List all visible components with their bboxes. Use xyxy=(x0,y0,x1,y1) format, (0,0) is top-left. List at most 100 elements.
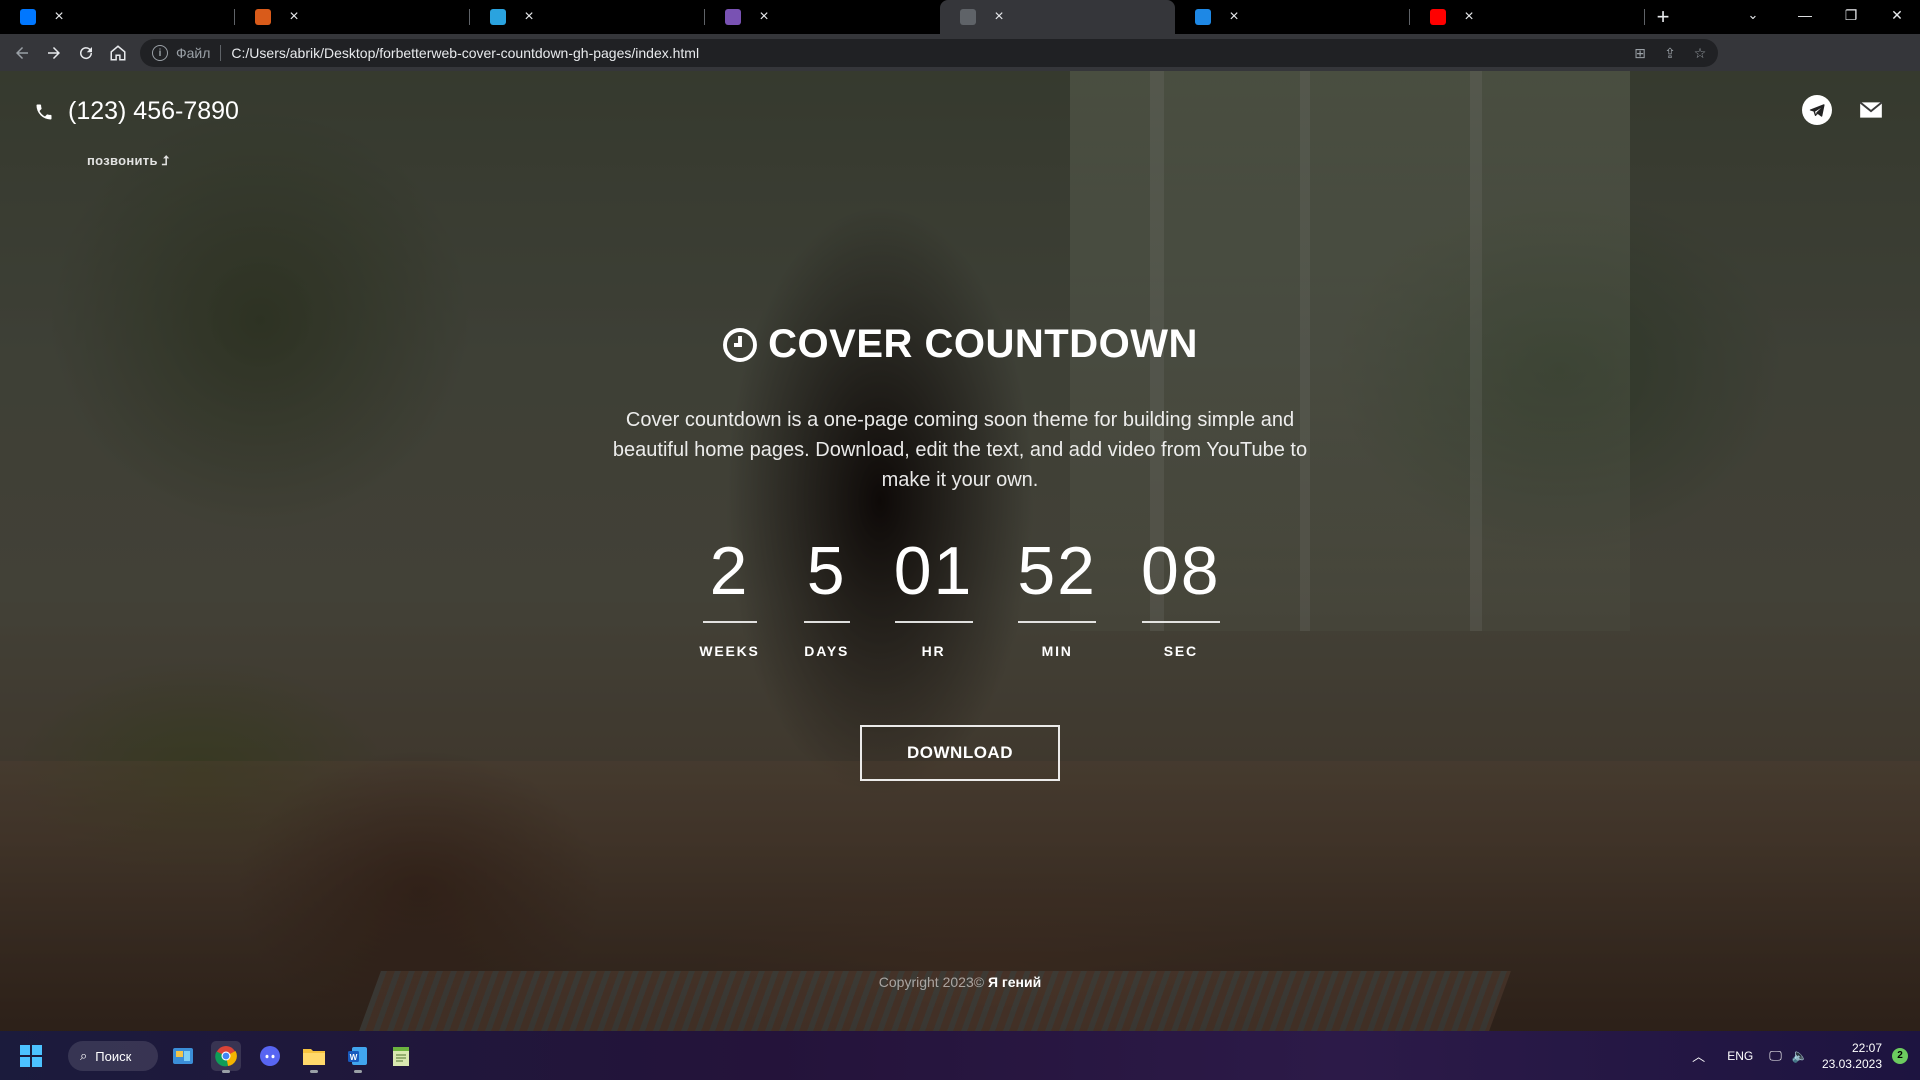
system-tray: ︿ ENG 🖵 🔈 22:07 23.03.2023 2 xyxy=(1692,1031,1920,1080)
globe-icon xyxy=(960,9,976,25)
language-indicator[interactable]: ENG xyxy=(1727,1049,1753,1063)
countdown-value: 08 xyxy=(1140,533,1221,609)
bootstrap-icon xyxy=(725,9,741,25)
windows-taskbar: ⌕ Поиск W ︿ ENG 🖵 🔈 22:07 23.03.2023 2 xyxy=(0,1031,1920,1080)
countdown-value: 5 xyxy=(806,533,847,609)
address-divider xyxy=(220,45,222,61)
countdown-label: WEEKS xyxy=(699,643,760,659)
countdown-label: MIN xyxy=(1041,643,1073,659)
browser-tab[interactable]: Cover Countdown Template for× xyxy=(940,0,1175,295)
tab-separator xyxy=(1644,9,1645,25)
countdown-label: DAYS xyxy=(804,643,850,659)
browser-toolbar: i Файл C:/Users/abrik/Desktop/forbetterw… xyxy=(0,34,1920,97)
countdown-unit-hr: 01 HR xyxy=(894,531,974,659)
tab-list: Александр Александров×sut.RU - bonch / 2… xyxy=(0,0,1645,295)
back-arrow-icon[interactable] xyxy=(6,37,38,69)
tab-close-icon[interactable]: × xyxy=(521,8,537,25)
tray-icons[interactable]: 🖵 🔈 xyxy=(1769,1048,1808,1064)
svg-text:W: W xyxy=(350,1053,358,1062)
volume-icon: 🔈 xyxy=(1791,1047,1808,1063)
notepad-icon[interactable] xyxy=(386,1041,416,1071)
active-indicator xyxy=(354,1070,362,1073)
new-tab-button[interactable]: + xyxy=(1645,0,1681,34)
document-icon xyxy=(255,9,271,25)
active-indicator xyxy=(222,1070,230,1073)
copyright-prefix: Copyright 2023© xyxy=(878,974,985,990)
taskbar-search-label: Поиск xyxy=(95,1048,132,1064)
copyright: Copyright 2023© Я гений xyxy=(0,974,1920,990)
clock[interactable]: 22:07 23.03.2023 xyxy=(1822,1040,1882,1072)
address-bar[interactable]: i Файл C:/Users/abrik/Desktop/forbetterw… xyxy=(140,39,1718,67)
clock-time: 22:07 xyxy=(1851,1040,1882,1055)
restore-icon[interactable]: ❐ xyxy=(1828,0,1874,30)
address-bar-actions: ⊞ ⇪ ☆ xyxy=(1632,39,1708,67)
browser-tab[interactable]: Александр Александров× xyxy=(0,0,235,295)
translate-icon[interactable]: ⊞ xyxy=(1632,45,1648,61)
scheme-label: Файл xyxy=(176,45,211,61)
tab-close-icon[interactable]: × xyxy=(51,8,67,25)
countdown-divider xyxy=(1018,621,1097,623)
active-indicator xyxy=(310,1070,318,1073)
countdown-unit-sec: 08 SEC xyxy=(1141,531,1221,659)
page-title-text: COVER COUNTDOWN xyxy=(768,322,1198,366)
tab-close-icon[interactable]: × xyxy=(286,8,302,25)
share-icon[interactable]: ⇪ xyxy=(1662,45,1678,61)
tab-close-icon[interactable]: × xyxy=(756,8,772,25)
reload-icon[interactable] xyxy=(70,37,102,69)
countdown-value: 52 xyxy=(1017,533,1097,609)
browser-tab[interactable]: Petshop.ru | Рекламный ролик× xyxy=(1410,0,1645,295)
tab-close-icon[interactable]: × xyxy=(991,8,1007,25)
page-viewport: (123) 456-7890 позвонить ⮥ COVER COUNTDO… xyxy=(0,71,1920,1031)
copyright-author: Я гений xyxy=(987,974,1042,990)
clock-icon xyxy=(723,327,758,362)
countdown-divider xyxy=(894,621,973,623)
browser-tab[interactable]: Bootstrap Icons · BootstrapCDN× xyxy=(1175,0,1410,295)
word-icon[interactable]: W xyxy=(343,1041,373,1073)
tab-close-icon[interactable]: × xyxy=(1461,8,1477,25)
window-controls: — ❐ ✕ xyxy=(1782,0,1920,34)
widgets-icon[interactable] xyxy=(168,1041,198,1071)
countdown-unit-min: 52 MIN xyxy=(1017,531,1097,659)
browser-tab[interactable]: Telegram · Bootstrap Icons× xyxy=(705,0,940,295)
countdown-unit-days: 5 DAYS xyxy=(803,531,850,659)
countdown-divider xyxy=(803,621,850,623)
hero-section: COVER COUNTDOWN Cover countdown is a one… xyxy=(0,71,1920,1031)
taskbar-search[interactable]: ⌕ Поиск xyxy=(68,1041,158,1071)
network-icon: 🖵 xyxy=(1769,1047,1782,1063)
countdown-unit-weeks: 2 WEEKS xyxy=(699,531,759,659)
page-description: Cover countdown is a one-page coming soo… xyxy=(612,409,1308,491)
countdown-value: 01 xyxy=(893,533,974,609)
telegram-icon xyxy=(490,9,506,25)
windows-start-icon[interactable] xyxy=(20,1045,42,1067)
search-icon: ⌕ xyxy=(80,1048,88,1063)
browser-tab-strip: Александр Александров×sut.RU - bonch / 2… xyxy=(0,0,1920,295)
vk-icon xyxy=(20,9,36,25)
site-info-icon[interactable]: i xyxy=(152,45,168,61)
bootstrap-cdn-icon xyxy=(1195,9,1211,25)
url-text[interactable]: C:/Users/abrik/Desktop/forbetterweb-cove… xyxy=(231,45,699,61)
home-icon[interactable] xyxy=(102,37,134,69)
clock-date: 23.03.2023 xyxy=(1821,1056,1882,1071)
countdown-label: SEC xyxy=(1163,643,1198,659)
countdown-value: 2 xyxy=(709,533,750,609)
file-explorer-icon[interactable] xyxy=(299,1041,329,1073)
close-window-icon[interactable]: ✕ xyxy=(1874,0,1920,30)
tab-search-icon[interactable]: ⌄ xyxy=(1736,0,1770,30)
chevron-up-icon[interactable]: ︿ xyxy=(1692,1046,1705,1065)
chrome-icon[interactable] xyxy=(211,1041,241,1073)
countdown-timer: 2 WEEKS 5 DAYS 01 HR 52 MIN 08 SEC xyxy=(0,531,1920,659)
youtube-icon xyxy=(1430,9,1446,25)
browser-tab[interactable]: Telegram Web× xyxy=(470,0,705,295)
discord-icon[interactable] xyxy=(255,1041,285,1071)
tab-close-icon[interactable]: × xyxy=(1226,8,1242,25)
download-button[interactable]: DOWNLOAD xyxy=(860,725,1060,781)
countdown-divider xyxy=(702,621,757,623)
countdown-label: HR xyxy=(921,643,946,659)
countdown-divider xyxy=(1141,621,1220,623)
browser-tab[interactable]: sut.RU - bonch / 23.03.23× xyxy=(235,0,470,295)
forward-arrow-icon[interactable] xyxy=(38,37,70,69)
page-title: COVER COUNTDOWN xyxy=(0,322,1920,367)
minimize-icon[interactable]: — xyxy=(1782,0,1828,30)
bookmark-star-icon[interactable]: ☆ xyxy=(1692,45,1708,61)
notification-badge[interactable]: 2 xyxy=(1892,1047,1908,1064)
